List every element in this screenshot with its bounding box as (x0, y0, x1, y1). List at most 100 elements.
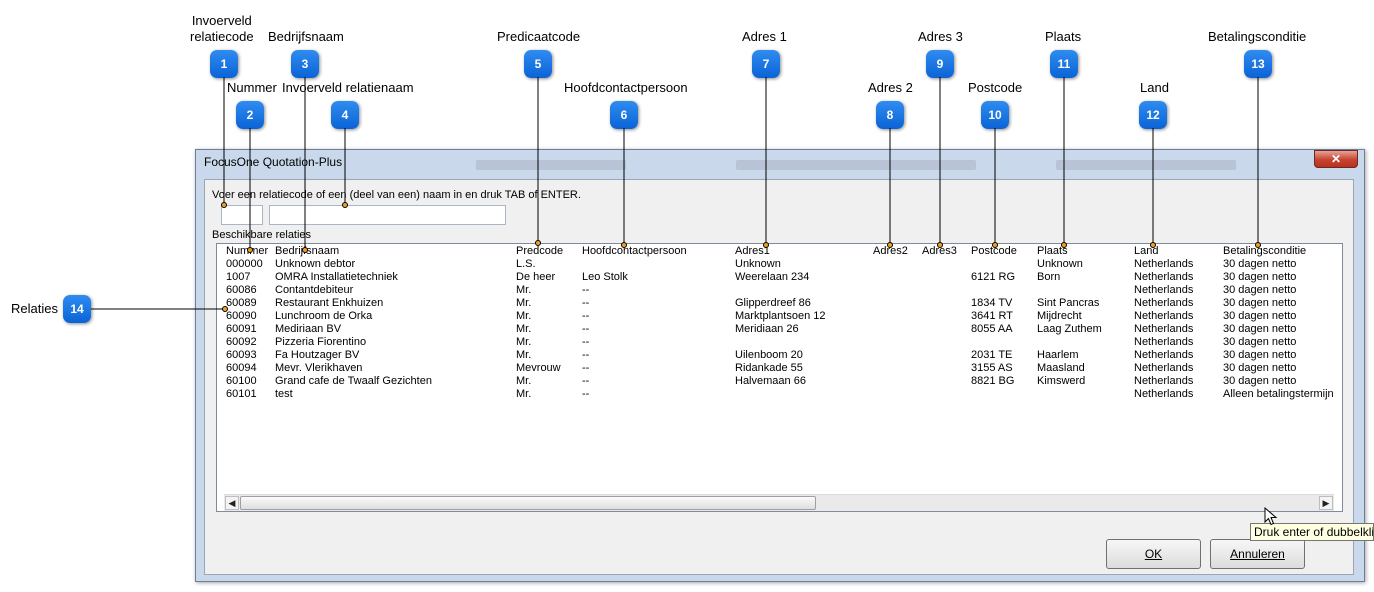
table-row[interactable]: 000000 Unknown debtor L.S. Unknown Unknown Ne… (217, 258, 1342, 271)
cell-bedrijfsnaam: Fa Houtzager BV (275, 349, 360, 361)
cell-bedrijfsnaam: Grand cafe de Twaalf Gezichten (275, 375, 432, 387)
cell-nummer: 60091 (226, 323, 257, 335)
callout-badge-11: 11 (1050, 50, 1078, 78)
table-row[interactable]: 60093 Fa Houtzager BV Mr. -- Uilenboom 20 203… (217, 349, 1342, 362)
close-button[interactable]: ✕ (1314, 150, 1358, 168)
cell-land: Netherlands (1134, 271, 1194, 283)
column-header-adres2[interactable]: Adres2 (873, 245, 908, 258)
cell-land: Netherlands (1134, 362, 1194, 374)
annotation-label-1: Invoerveld relatiecode (190, 13, 254, 44)
scroll-left-icon[interactable]: ◀ (225, 496, 239, 510)
cell-bedrijfsnaam: OMRA Installatietechniek (275, 271, 398, 283)
table-row[interactable]: 60089 Restaurant Enkhuizen Mr. -- Glipperdre… (217, 297, 1342, 310)
horizontal-scrollbar[interactable]: ◀ ▶ (224, 494, 1334, 511)
cell-land: Netherlands (1134, 349, 1194, 361)
cell-plaats: Kimswerd (1037, 375, 1086, 387)
cell-postcode: 8821 BG (971, 375, 1015, 387)
scroll-right-icon[interactable]: ▶ (1319, 496, 1333, 510)
scrollbar-thumb[interactable] (240, 496, 816, 510)
relation-name-input[interactable] (269, 205, 506, 225)
cell-nummer: 60092 (226, 336, 257, 348)
column-header-predcode[interactable]: Predcode (516, 245, 563, 258)
column-header-land[interactable]: Land (1134, 245, 1158, 258)
cell-contactpersoon: -- (582, 336, 590, 348)
cell-predcode: Mr. (516, 349, 532, 361)
background-blur (736, 160, 976, 170)
annotation-label-14: Relaties (11, 301, 58, 316)
cell-nummer: 60094 (226, 362, 257, 374)
table-row[interactable]: 60086 Contantdebiteur Mr. -- Netherlands 30 d… (217, 284, 1342, 297)
cell-adres1: Uilenboom 20 (735, 349, 803, 361)
list-header: Nummer Bedrijfsnaam Predcode Hoofdcontac… (217, 245, 1342, 258)
relations-list[interactable]: Nummer Bedrijfsnaam Predcode Hoofdcontac… (216, 243, 1343, 512)
cell-contactpersoon: Leo Stolk (582, 271, 628, 283)
callout-badge-8: 8 (876, 101, 904, 129)
column-header-betalingsconditie[interactable]: Betalingsconditie (1223, 245, 1306, 258)
column-header-postcode[interactable]: Postcode (971, 245, 1017, 258)
callout-badge-12: 12 (1139, 101, 1167, 129)
callout-badge-5: 5 (524, 50, 552, 78)
column-header-adres3[interactable]: Adres3 (922, 245, 957, 258)
table-row[interactable]: 60090 Lunchroom de Orka Mr. -- Marktplantsoe… (217, 310, 1342, 323)
cell-plaats: Maasland (1037, 362, 1085, 374)
annotation-label-10: Postcode (968, 80, 1023, 95)
cell-betalingsconditie: 30 dagen netto (1223, 336, 1297, 348)
cell-nummer: 60101 (226, 388, 257, 400)
cell-betalingsconditie: 30 dagen netto (1223, 271, 1297, 283)
relation-code-input[interactable] (221, 205, 263, 225)
cell-plaats: Born (1037, 271, 1061, 283)
window-title: FocusOne Quotation-Plus (204, 155, 343, 169)
cell-plaats: Haarlem (1037, 349, 1079, 361)
cell-predcode: Mr. (516, 284, 532, 296)
column-header-adres1[interactable]: Adres1 (735, 245, 770, 258)
dialog-client-area: Voer een relatiecode of een (deel van ee… (204, 179, 1354, 575)
callout-badge-14: 14 (63, 295, 91, 323)
cell-bedrijfsnaam: Contantdebiteur (275, 284, 354, 296)
table-row[interactable]: 60092 Pizzeria Fiorentino Mr. -- Netherlands… (217, 336, 1342, 349)
cell-land: Netherlands (1134, 284, 1194, 296)
instruction-text: Voer een relatiecode of een (deel van ee… (212, 189, 581, 201)
cell-contactpersoon: -- (582, 297, 590, 309)
callout-badge-6: 6 (610, 101, 638, 129)
cell-nummer: 60090 (226, 310, 257, 322)
close-icon: ✕ (1330, 152, 1342, 166)
cell-predcode: Mr. (516, 297, 532, 309)
available-relations-label: Beschikbare relaties (212, 229, 312, 241)
table-row[interactable]: 60094 Mevr. Vlerikhaven Mevrouw -- Ridankade… (217, 362, 1342, 375)
cancel-button[interactable]: Annuleren (1210, 539, 1305, 569)
cell-predcode: Mr. (516, 336, 532, 348)
cell-land: Netherlands (1134, 388, 1194, 400)
background-blur (1056, 160, 1236, 170)
cell-contactpersoon: -- (582, 310, 590, 322)
column-header-bedrijfsnaam[interactable]: Bedrijfsnaam (275, 245, 339, 258)
callout-badge-4: 4 (331, 101, 359, 129)
column-header-hoofdcontactpersoon[interactable]: Hoofdcontactpersoon (582, 245, 687, 258)
column-header-plaats[interactable]: Plaats (1037, 245, 1068, 258)
cell-postcode: 2031 TE (971, 349, 1013, 361)
cell-betalingsconditie: 30 dagen netto (1223, 258, 1297, 270)
callout-badge-9: 9 (926, 50, 954, 78)
cell-land: Netherlands (1134, 375, 1194, 387)
cell-land: Netherlands (1134, 258, 1194, 270)
cell-nummer: 60086 (226, 284, 257, 296)
annotation-label-11: Plaats (1045, 29, 1082, 44)
annotation-label-3: Bedrijfsnaam (268, 29, 344, 44)
cell-plaats: Laag Zuthem (1037, 323, 1102, 335)
annotation-label-13: Betalingsconditie (1208, 29, 1307, 44)
table-row[interactable]: 60101 test Mr. -- Netherlands Alleen betaling… (217, 388, 1342, 401)
column-header-nummer[interactable]: Nummer (226, 245, 268, 258)
cell-nummer: 60093 (226, 349, 257, 361)
table-row[interactable]: 60100 Grand cafe de Twaalf Gezichten Mr. --… (217, 375, 1342, 388)
ok-button[interactable]: OK (1106, 539, 1201, 569)
cell-adres1: Glipperdreef 86 (735, 297, 811, 309)
table-row[interactable]: 1007 OMRA Installatietechniek De heer Leo S… (217, 271, 1342, 284)
annotation-label-5: Predicaatcode (497, 29, 581, 44)
cell-bedrijfsnaam: Restaurant Enkhuizen (275, 297, 384, 309)
cell-contactpersoon: -- (582, 362, 590, 374)
table-row[interactable]: 60091 Mediriaan BV Mr. -- Meridiaan 26 8055 A… (217, 323, 1342, 336)
cell-contactpersoon: -- (582, 284, 590, 296)
cell-postcode: 3155 AS (971, 362, 1013, 374)
cell-adres1: Unknown (735, 258, 781, 270)
cell-land: Netherlands (1134, 310, 1194, 322)
cell-predcode: Mr. (516, 310, 532, 322)
